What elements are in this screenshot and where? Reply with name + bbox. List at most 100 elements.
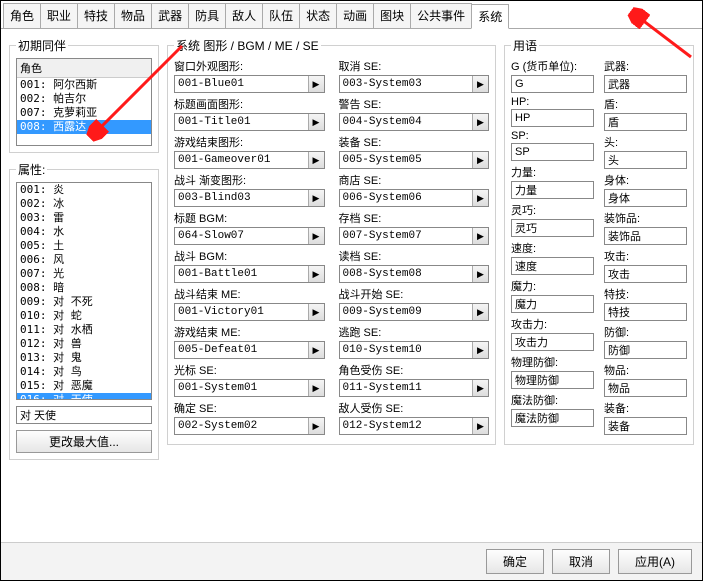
asset-picker[interactable]: 009-System09▶ xyxy=(339,303,490,321)
term-input[interactable]: 身体 xyxy=(604,189,687,207)
elements-listbox[interactable]: 001: 炎002: 冰003: 雷004: 水005: 土006: 风007:… xyxy=(16,182,152,400)
list-item[interactable]: 010: 对 蛇 xyxy=(17,309,151,323)
asset-picker[interactable]: 001-Title01▶ xyxy=(174,113,325,131)
list-item[interactable]: 015: 对 恶魔 xyxy=(17,379,151,393)
picker-button-icon[interactable]: ▶ xyxy=(308,190,324,206)
list-item[interactable]: 001: 炎 xyxy=(17,183,151,197)
term-input[interactable]: SP xyxy=(511,143,594,161)
term-input[interactable]: 攻击 xyxy=(604,265,687,283)
tab-角色[interactable]: 角色 xyxy=(3,3,41,28)
list-item[interactable]: 007: 克萝莉亚 xyxy=(17,106,151,120)
asset-picker[interactable]: 001-Victory01▶ xyxy=(174,303,325,321)
term-input[interactable]: 物品 xyxy=(604,379,687,397)
picker-button-icon[interactable]: ▶ xyxy=(472,114,488,130)
asset-picker[interactable]: 001-System01▶ xyxy=(174,379,325,397)
term-input[interactable]: 装备 xyxy=(604,417,687,435)
term-input[interactable]: 头 xyxy=(604,151,687,169)
asset-picker[interactable]: 011-System11▶ xyxy=(339,379,490,397)
asset-picker[interactable]: 012-System12▶ xyxy=(339,417,490,435)
list-item[interactable]: 004: 水 xyxy=(17,225,151,239)
asset-picker[interactable]: 004-System04▶ xyxy=(339,113,490,131)
cancel-button[interactable]: 取消 xyxy=(552,549,610,574)
list-item[interactable]: 013: 对 鬼 xyxy=(17,351,151,365)
term-input[interactable]: G xyxy=(511,75,594,93)
element-name-input[interactable]: 对 天使 xyxy=(16,406,152,424)
picker-button-icon[interactable]: ▶ xyxy=(472,266,488,282)
asset-picker[interactable]: 003-System03▶ xyxy=(339,75,490,93)
tab-武器[interactable]: 武器 xyxy=(151,3,189,28)
tab-物品[interactable]: 物品 xyxy=(114,3,152,28)
term-input[interactable]: 特技 xyxy=(604,303,687,321)
term-input[interactable]: 魔法防御 xyxy=(511,409,594,427)
picker-button-icon[interactable]: ▶ xyxy=(472,76,488,92)
asset-picker[interactable]: 002-System02▶ xyxy=(174,417,325,435)
tab-图块[interactable]: 图块 xyxy=(373,3,411,28)
picker-button-icon[interactable]: ▶ xyxy=(472,152,488,168)
picker-button-icon[interactable]: ▶ xyxy=(308,380,324,396)
tab-防具[interactable]: 防具 xyxy=(188,3,226,28)
term-input[interactable]: 攻击力 xyxy=(511,333,594,351)
tab-系统[interactable]: 系统 xyxy=(471,4,509,29)
picker-button-icon[interactable]: ▶ xyxy=(308,228,324,244)
term-input[interactable]: 盾 xyxy=(604,113,687,131)
picker-button-icon[interactable]: ▶ xyxy=(308,418,324,434)
asset-picker[interactable]: 007-System07▶ xyxy=(339,227,490,245)
list-item[interactable]: 002: 冰 xyxy=(17,197,151,211)
apply-button[interactable]: 应用(A) xyxy=(618,549,692,574)
list-item[interactable]: 016: 对 天使 xyxy=(17,393,151,400)
asset-picker[interactable]: 064-Slow07▶ xyxy=(174,227,325,245)
asset-picker[interactable]: 006-System06▶ xyxy=(339,189,490,207)
asset-picker[interactable]: 005-System05▶ xyxy=(339,151,490,169)
term-input[interactable]: 武器 xyxy=(604,75,687,93)
term-input[interactable]: 力量 xyxy=(511,181,594,199)
list-item[interactable]: 001: 阿尔西斯 xyxy=(17,78,151,92)
term-input[interactable]: HP xyxy=(511,109,594,127)
list-item[interactable]: 009: 对 不死 xyxy=(17,295,151,309)
term-input[interactable]: 物理防御 xyxy=(511,371,594,389)
term-input[interactable]: 防御 xyxy=(604,341,687,359)
asset-picker[interactable]: 010-System10▶ xyxy=(339,341,490,359)
tab-动画[interactable]: 动画 xyxy=(336,3,374,28)
list-item[interactable]: 006: 风 xyxy=(17,253,151,267)
list-item[interactable]: 008: 暗 xyxy=(17,281,151,295)
tab-敌人[interactable]: 敌人 xyxy=(225,3,263,28)
list-item[interactable]: 011: 对 水栖 xyxy=(17,323,151,337)
picker-button-icon[interactable]: ▶ xyxy=(308,304,324,320)
list-item[interactable]: 005: 土 xyxy=(17,239,151,253)
tab-公共事件[interactable]: 公共事件 xyxy=(410,3,472,28)
asset-picker[interactable]: 001-Gameover01▶ xyxy=(174,151,325,169)
list-item[interactable]: 008: 西露达 xyxy=(17,120,151,134)
list-item[interactable]: 014: 对 鸟 xyxy=(17,365,151,379)
picker-button-icon[interactable]: ▶ xyxy=(308,114,324,130)
term-input[interactable]: 装饰品 xyxy=(604,227,687,245)
asset-picker[interactable]: 003-Blind03▶ xyxy=(174,189,325,207)
list-item[interactable]: 002: 帕吉尔 xyxy=(17,92,151,106)
asset-picker[interactable]: 005-Defeat01▶ xyxy=(174,341,325,359)
picker-button-icon[interactable]: ▶ xyxy=(472,418,488,434)
picker-button-icon[interactable]: ▶ xyxy=(472,342,488,358)
picker-button-icon[interactable]: ▶ xyxy=(308,266,324,282)
picker-button-icon[interactable]: ▶ xyxy=(308,76,324,92)
picker-button-icon[interactable]: ▶ xyxy=(308,342,324,358)
party-listbox[interactable]: 角色 001: 阿尔西斯002: 帕吉尔007: 克萝莉亚008: 西露达 xyxy=(16,58,152,146)
picker-button-icon[interactable]: ▶ xyxy=(472,190,488,206)
ok-button[interactable]: 确定 xyxy=(486,549,544,574)
picker-button-icon[interactable]: ▶ xyxy=(472,304,488,320)
list-item[interactable]: 007: 光 xyxy=(17,267,151,281)
picker-button-icon[interactable]: ▶ xyxy=(308,152,324,168)
change-max-button[interactable]: 更改最大值... xyxy=(16,430,152,453)
tab-状态[interactable]: 状态 xyxy=(299,3,337,28)
list-item[interactable]: 003: 雷 xyxy=(17,211,151,225)
tab-队伍[interactable]: 队伍 xyxy=(262,3,300,28)
list-item[interactable]: 012: 对 兽 xyxy=(17,337,151,351)
tab-职业[interactable]: 职业 xyxy=(40,3,78,28)
term-input[interactable]: 魔力 xyxy=(511,295,594,313)
picker-button-icon[interactable]: ▶ xyxy=(472,228,488,244)
term-input[interactable]: 灵巧 xyxy=(511,219,594,237)
term-input[interactable]: 速度 xyxy=(511,257,594,275)
picker-button-icon[interactable]: ▶ xyxy=(472,380,488,396)
asset-picker[interactable]: 001-Blue01▶ xyxy=(174,75,325,93)
asset-picker[interactable]: 001-Battle01▶ xyxy=(174,265,325,283)
asset-picker[interactable]: 008-System08▶ xyxy=(339,265,490,283)
tab-特技[interactable]: 特技 xyxy=(77,3,115,28)
